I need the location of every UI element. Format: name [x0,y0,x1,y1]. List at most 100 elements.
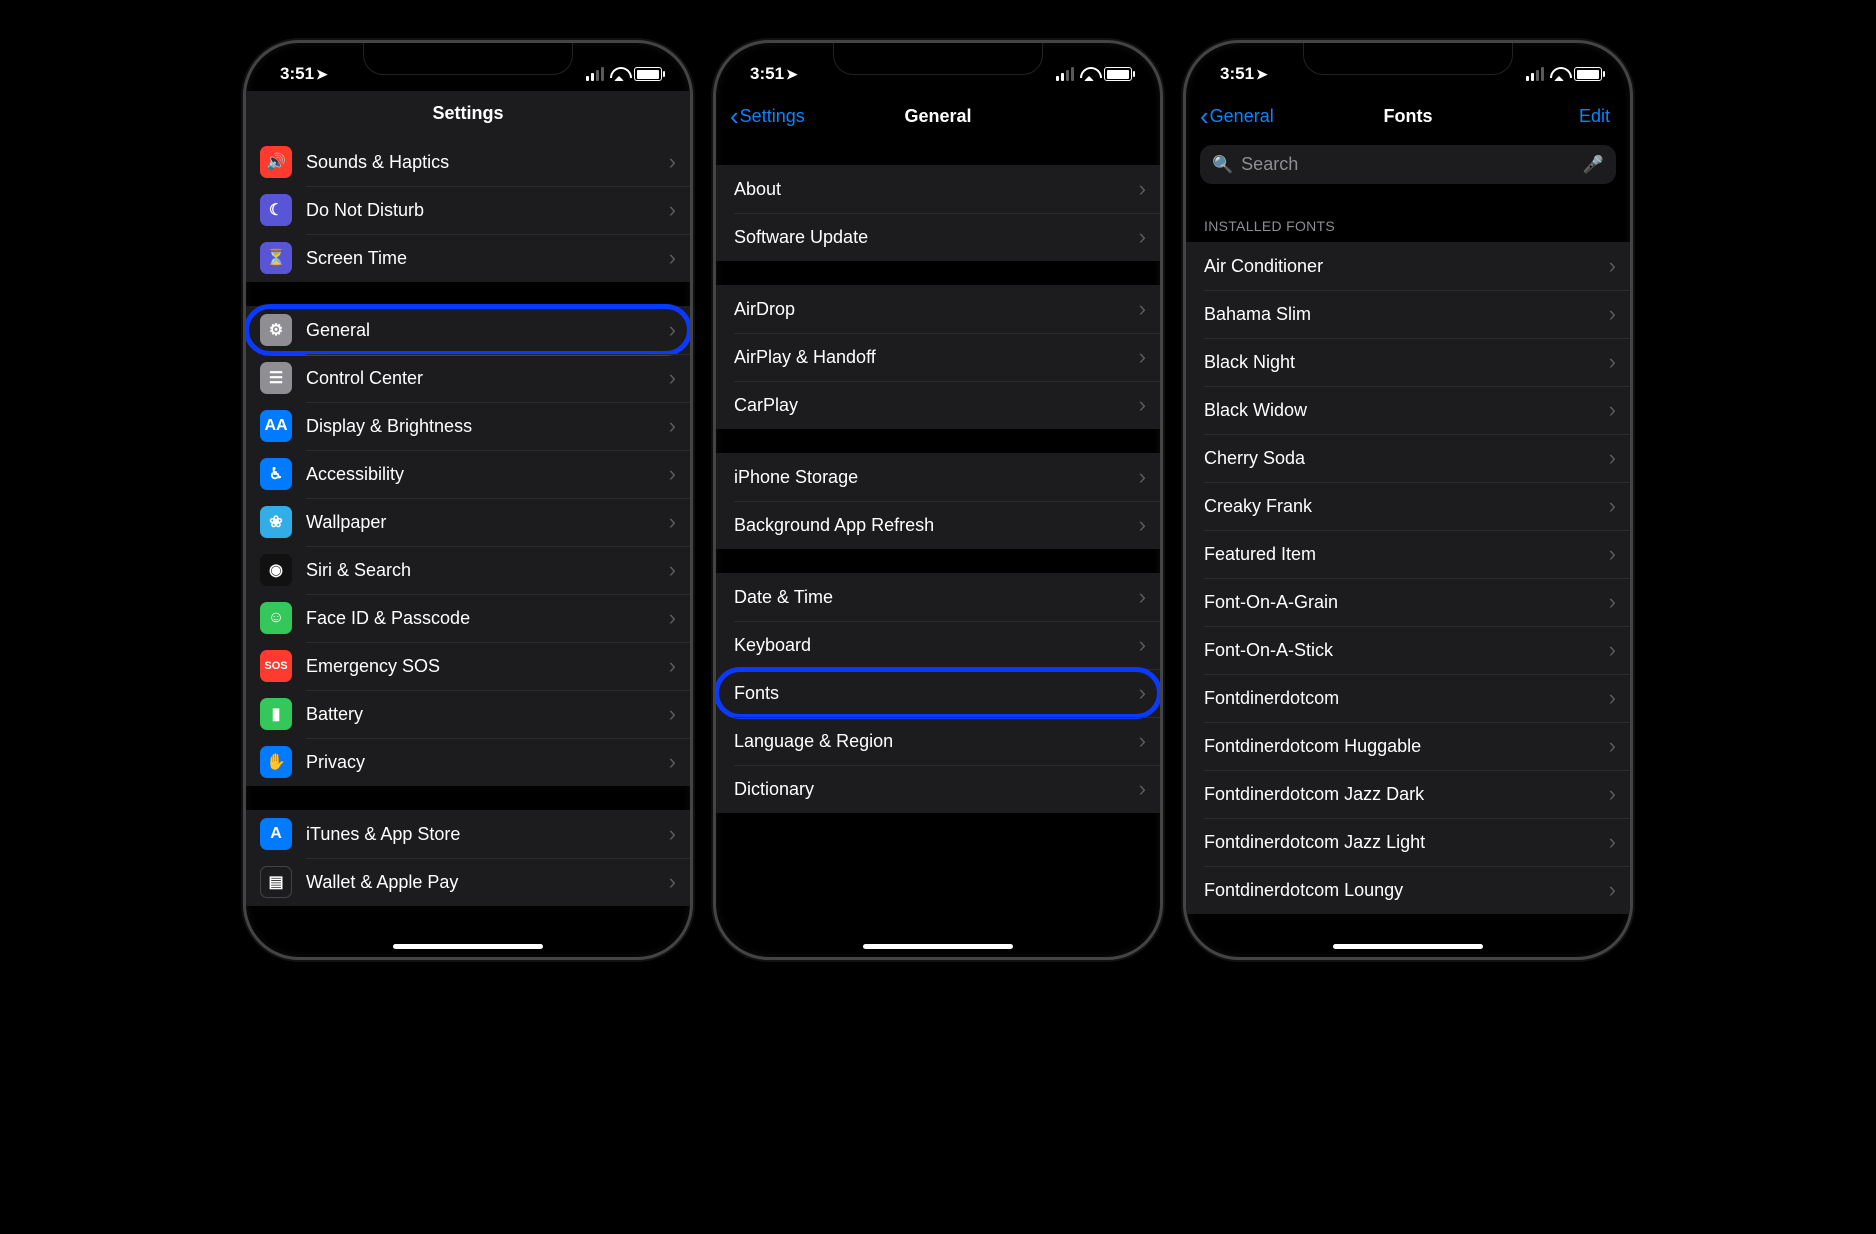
fonts-content[interactable]: INSTALLED FONTS Air Conditioner›Bahama S… [1186,194,1630,957]
navbar: ‹ General Fonts Edit [1186,91,1630,141]
notch [833,43,1043,75]
settings-row[interactable]: ☾Do Not Disturb› [246,186,690,234]
settings-row[interactable]: Cherry Soda› [1186,434,1630,482]
row-label: Bahama Slim [1204,292,1609,337]
settings-row[interactable]: 🔊Sounds & Haptics› [246,138,690,186]
settings-row[interactable]: CarPlay› [716,381,1160,429]
row-label: About [734,167,1139,212]
chevron-right-icon: › [1609,733,1616,759]
settings-row[interactable]: Keyboard› [716,621,1160,669]
chevron-right-icon: › [1609,637,1616,663]
chevron-right-icon: › [669,749,676,775]
status-time: 3:51➤ [1220,64,1268,84]
settings-row[interactable]: Fontdinerdotcom Loungy› [1186,866,1630,914]
chevron-right-icon: › [669,509,676,535]
settings-row[interactable]: ✋Privacy› [246,738,690,786]
settings-row[interactable]: Fontdinerdotcom Huggable› [1186,722,1630,770]
search-input[interactable] [1241,154,1583,175]
settings-row[interactable]: Dictionary› [716,765,1160,813]
settings-row[interactable]: ⏳Screen Time› [246,234,690,282]
row-label: Wallpaper [306,500,669,545]
settings-row[interactable]: ♿︎Accessibility› [246,450,690,498]
chevron-right-icon: › [1139,344,1146,370]
row-label: Keyboard [734,623,1139,668]
hourglass-icon: ⏳ [260,242,292,274]
chevron-right-icon: › [1139,632,1146,658]
settings-row[interactable]: Background App Refresh› [716,501,1160,549]
home-indicator[interactable] [863,944,1013,949]
page-title: General [904,106,971,127]
row-label: CarPlay [734,383,1139,428]
settings-row[interactable]: AirDrop› [716,285,1160,333]
settings-row[interactable]: Black Widow› [1186,386,1630,434]
chevron-right-icon: › [669,461,676,487]
gear-icon: ⚙ [260,314,292,346]
settings-row[interactable]: Fontdinerdotcom Jazz Dark› [1186,770,1630,818]
settings-row[interactable]: Font-On-A-Grain› [1186,578,1630,626]
settings-row[interactable]: Fontdinerdotcom› [1186,674,1630,722]
chevron-right-icon: › [1139,224,1146,250]
search-bar[interactable]: 🔍 🎤 [1200,145,1616,184]
chevron-right-icon: › [1609,493,1616,519]
settings-row[interactable]: iPhone Storage› [716,453,1160,501]
settings-row[interactable]: Fonts› [716,669,1160,717]
settings-row[interactable]: ◉Siri & Search› [246,546,690,594]
chevron-left-icon: ‹ [1200,103,1209,129]
settings-row[interactable]: ▤Wallet & Apple Pay› [246,858,690,906]
battery-icon [634,67,662,81]
settings-row[interactable]: Featured Item› [1186,530,1630,578]
settings-row[interactable]: ▮Battery› [246,690,690,738]
mic-icon[interactable]: 🎤 [1583,155,1604,175]
aa-icon: AA [260,410,292,442]
chevron-right-icon: › [1609,685,1616,711]
wifi-icon [1550,67,1568,81]
settings-row[interactable]: Air Conditioner› [1186,242,1630,290]
location-icon: ➤ [1256,66,1268,83]
chevron-right-icon: › [669,653,676,679]
row-label: General [306,308,669,353]
settings-row[interactable]: AADisplay & Brightness› [246,402,690,450]
signal-icon [1526,67,1544,81]
chevron-right-icon: › [1139,776,1146,802]
back-button[interactable]: ‹ General [1200,103,1274,129]
row-label: Fontdinerdotcom Loungy [1204,868,1609,913]
settings-row[interactable]: Bahama Slim› [1186,290,1630,338]
row-label: Fontdinerdotcom [1204,676,1609,721]
row-label: Language & Region [734,719,1139,764]
settings-row[interactable]: ⚙General› [246,306,690,354]
row-label: Black Night [1204,340,1609,385]
settings-row[interactable]: SOSEmergency SOS› [246,642,690,690]
settings-row[interactable]: Fontdinerdotcom Jazz Light› [1186,818,1630,866]
settings-row[interactable]: Creaky Frank› [1186,482,1630,530]
settings-row[interactable]: ☺Face ID & Passcode› [246,594,690,642]
flower-icon: ❀ [260,506,292,538]
chevron-right-icon: › [669,413,676,439]
settings-row[interactable]: ❀ Wallpaper› [246,498,690,546]
row-label: Face ID & Passcode [306,596,669,641]
settings-content[interactable]: 🔊Sounds & Haptics›☾Do Not Disturb›⏳Scree… [246,138,690,957]
settings-row[interactable]: Software Update› [716,213,1160,261]
row-label: Creaky Frank [1204,484,1609,529]
chevron-right-icon: › [1609,541,1616,567]
general-content[interactable]: About›Software Update› AirDrop›AirPlay &… [716,141,1160,957]
edit-button[interactable]: Edit [1579,106,1610,127]
chevron-right-icon: › [669,197,676,223]
settings-row[interactable]: Font-On-A-Stick› [1186,626,1630,674]
row-label: Date & Time [734,575,1139,620]
settings-row[interactable]: ☰Control Center› [246,354,690,402]
chevron-right-icon: › [1609,349,1616,375]
row-label: Wallet & Apple Pay [306,860,669,905]
chevron-left-icon: ‹ [730,103,739,129]
settings-row[interactable]: Date & Time› [716,573,1160,621]
settings-row[interactable]: Language & Region› [716,717,1160,765]
chevron-right-icon: › [1609,445,1616,471]
settings-row[interactable]: Black Night› [1186,338,1630,386]
settings-row[interactable]: AirPlay & Handoff› [716,333,1160,381]
back-button[interactable]: ‹ Settings [730,103,805,129]
home-indicator[interactable] [393,944,543,949]
signal-icon [1056,67,1074,81]
battery-icon [1574,67,1602,81]
settings-row[interactable]: AiTunes & App Store› [246,810,690,858]
settings-row[interactable]: About› [716,165,1160,213]
home-indicator[interactable] [1333,944,1483,949]
